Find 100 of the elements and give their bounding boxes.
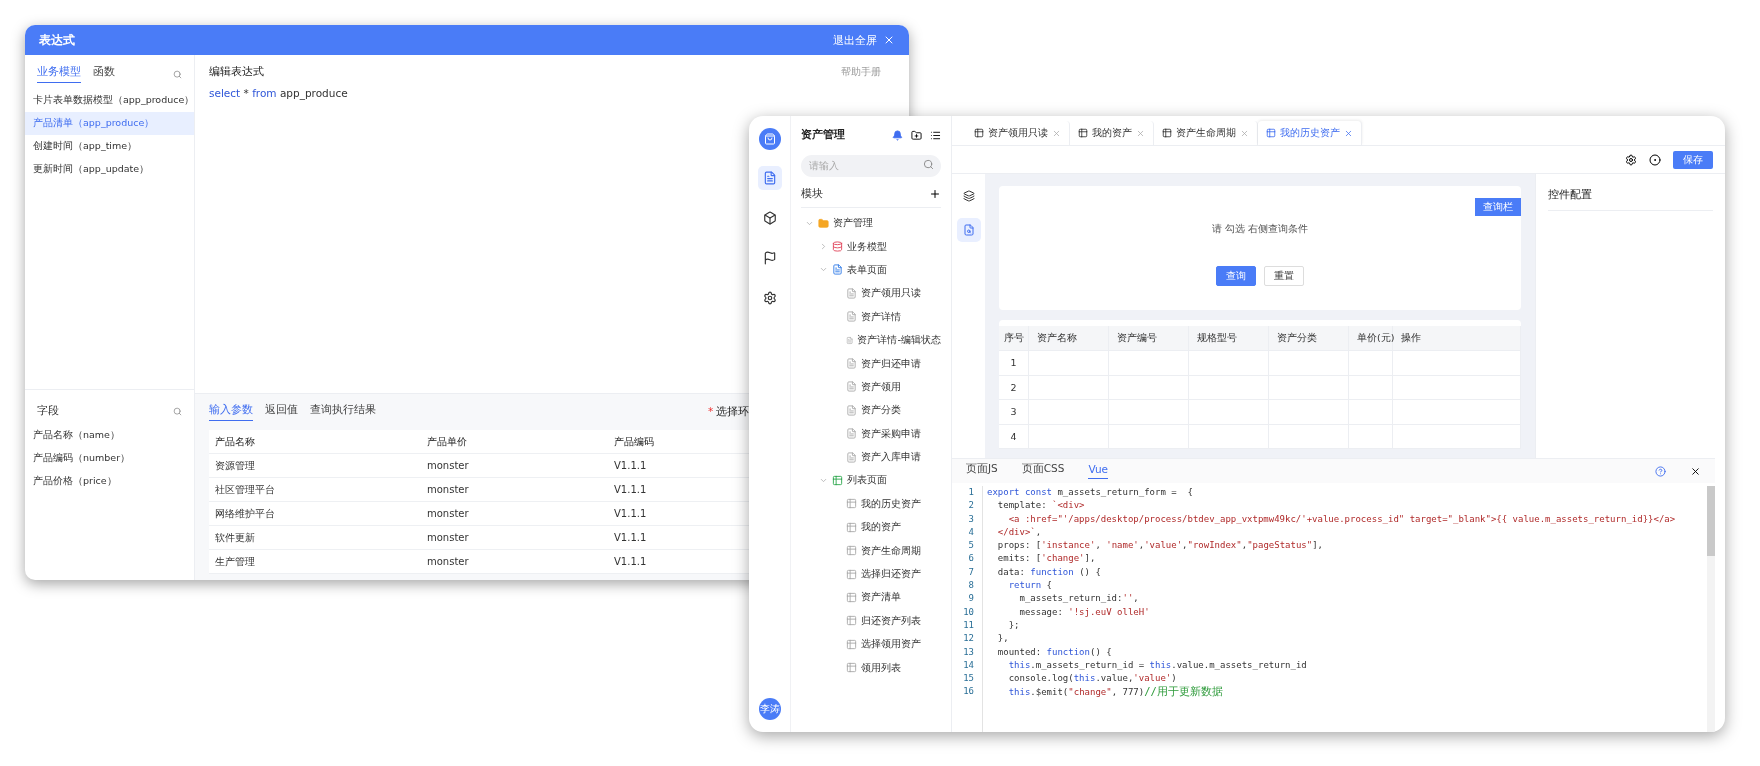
table-icon <box>846 638 857 650</box>
document-search-icon <box>962 224 975 236</box>
table-cell-text: V1.1.1 <box>614 532 648 543</box>
help-icon[interactable] <box>1655 465 1666 477</box>
page-button[interactable] <box>956 218 981 242</box>
bag-icon <box>763 133 776 145</box>
expression-text[interactable]: select * from app_produce <box>209 87 895 99</box>
code-line: props: ['instance', 'name','value',"rowIndex","pageStatus"], <box>996 539 1324 553</box>
table-cell-text: 生产管理 <box>215 554 256 569</box>
line-number: 1 <box>968 486 974 499</box>
settings-icon[interactable] <box>1625 153 1637 166</box>
tree-item[interactable]: 资产领用 <box>861 379 901 394</box>
document-icon <box>846 287 857 299</box>
exit-fullscreen-link[interactable]: 退出全屏 <box>833 32 877 48</box>
code-tab[interactable]: 页面CSS <box>1021 462 1065 480</box>
tree-item[interactable]: 资产详情 <box>861 309 901 324</box>
tree-item[interactable]: 资产清单 <box>861 590 901 605</box>
document-icon <box>846 404 857 416</box>
tree-item[interactable]: 资产管理 <box>833 216 873 231</box>
tree-item[interactable]: 资产生命周期 <box>861 543 921 558</box>
model-item[interactable]: 卡片表单数据模型（app_produce） <box>25 89 194 112</box>
model-item[interactable]: 产品清单（app_produce） <box>25 112 194 135</box>
search-field[interactable]: 请输入 <box>801 154 941 177</box>
window-title: 表达式 <box>39 31 75 49</box>
tree-item[interactable]: 业务模型 <box>847 239 887 254</box>
document-icon <box>846 381 857 393</box>
chevron-right-icon[interactable] <box>819 242 828 252</box>
panel-tab[interactable]: 业务模型 <box>37 65 81 83</box>
section-title: 字段 <box>37 404 59 418</box>
tree-item[interactable]: 选择领用资产 <box>861 637 921 652</box>
table-cell-text: V1.1.1 <box>614 556 648 567</box>
field-item[interactable]: 产品编码（number） <box>25 447 194 470</box>
tree-item[interactable]: 表单页面 <box>847 262 887 277</box>
layers-icon <box>962 190 975 202</box>
code-line: template: `<div> <box>996 499 1086 513</box>
column-header: 产品名称 <box>215 434 256 449</box>
tree-item[interactable]: 资产采购申请 <box>861 426 921 441</box>
list-icon[interactable] <box>930 129 941 141</box>
code-line: message: '!sj.euV olleH' <box>1018 605 1151 619</box>
user-avatar[interactable]: 李涛 <box>758 698 781 720</box>
circle-dot-icon[interactable] <box>1649 153 1661 166</box>
table-icon <box>1078 128 1088 138</box>
code-line: <a :href="'/apps/desktop/process/btdev_app_vxtpmw49kc/'+value.process_id" target="_blank">{{ value.m_assets_return_id}}</a> <box>1007 512 1677 526</box>
chevron-down-icon[interactable] <box>819 476 828 485</box>
code-line: }, <box>996 632 1010 646</box>
document-icon <box>846 358 857 370</box>
document-button[interactable] <box>757 166 782 190</box>
model-item[interactable]: 创建时间（app_time） <box>25 135 194 158</box>
sidebar-title: 资产管理 <box>801 128 845 142</box>
table-icon <box>846 615 857 627</box>
table-cell-text: monster <box>427 508 470 519</box>
table-cell-text: V1.1.1 <box>614 508 648 519</box>
line-number: 15 <box>963 672 974 686</box>
bell-icon[interactable] <box>892 129 903 141</box>
page-tab[interactable]: 资产领用只读 <box>966 121 1070 145</box>
tree-item[interactable]: 我的资产 <box>861 520 901 535</box>
environment-label: * 选择环 <box>708 405 750 419</box>
folder-icon[interactable] <box>911 129 922 141</box>
line-number: 8 <box>968 579 974 593</box>
reset-button[interactable]: 重置 <box>1264 266 1304 286</box>
add-icon[interactable] <box>929 187 941 200</box>
panel-tab[interactable]: 函数 <box>93 65 115 83</box>
document-icon <box>846 451 857 463</box>
tree-item[interactable]: 领用列表 <box>861 660 901 675</box>
tree-item[interactable]: 资产分类 <box>861 403 901 418</box>
page-tab[interactable]: 我的历史资产 <box>1258 121 1362 145</box>
tree-item[interactable]: 资产入库申请 <box>861 450 921 465</box>
settings-icon <box>762 291 777 305</box>
field-item[interactable]: 产品价格（price） <box>25 470 194 493</box>
result-tab[interactable]: 返回值 <box>265 403 298 421</box>
document-icon <box>846 428 857 440</box>
scrollbar[interactable] <box>1707 486 1715 732</box>
tree-item[interactable]: 资产归还申请 <box>861 356 921 371</box>
tree-item[interactable]: 列表页面 <box>847 473 887 488</box>
search-icon[interactable] <box>173 406 182 416</box>
line-number: 12 <box>963 632 974 646</box>
tree-item[interactable]: 选择归还资产 <box>861 567 921 582</box>
model-item[interactable]: 更新时间（app_update） <box>25 158 194 181</box>
field-item[interactable]: 产品名称（name） <box>25 424 194 447</box>
save-button[interactable]: 保存 <box>1673 150 1713 169</box>
line-number: 11 <box>963 618 974 632</box>
result-tab[interactable]: 查询执行结果 <box>310 403 376 421</box>
result-tab[interactable]: 输入参数 <box>209 403 253 421</box>
tree-item[interactable]: 我的历史资产 <box>861 496 921 511</box>
table-icon <box>846 521 857 533</box>
tree-item[interactable]: 资产详情-编辑状态 <box>857 333 941 348</box>
query-button[interactable]: 查询 <box>1216 266 1256 286</box>
tree-item[interactable]: 资产领用只读 <box>861 286 921 301</box>
table-cell-text: V1.1.1 <box>614 460 648 471</box>
line-number: 5 <box>968 539 974 553</box>
code-line: emits: ['change'], <box>996 552 1097 566</box>
app-logo[interactable] <box>758 128 781 150</box>
close-icon[interactable] <box>1690 465 1701 477</box>
section-title: 模块 <box>801 186 823 201</box>
search-icon[interactable] <box>173 69 182 79</box>
page-tab[interactable]: 我的资产 <box>1070 121 1154 145</box>
code-tab[interactable]: 页面JS <box>966 462 998 480</box>
tree-item[interactable]: 归还资产列表 <box>861 613 921 628</box>
code-tab[interactable]: Vue <box>1088 463 1109 479</box>
search-icon[interactable] <box>923 159 934 170</box>
